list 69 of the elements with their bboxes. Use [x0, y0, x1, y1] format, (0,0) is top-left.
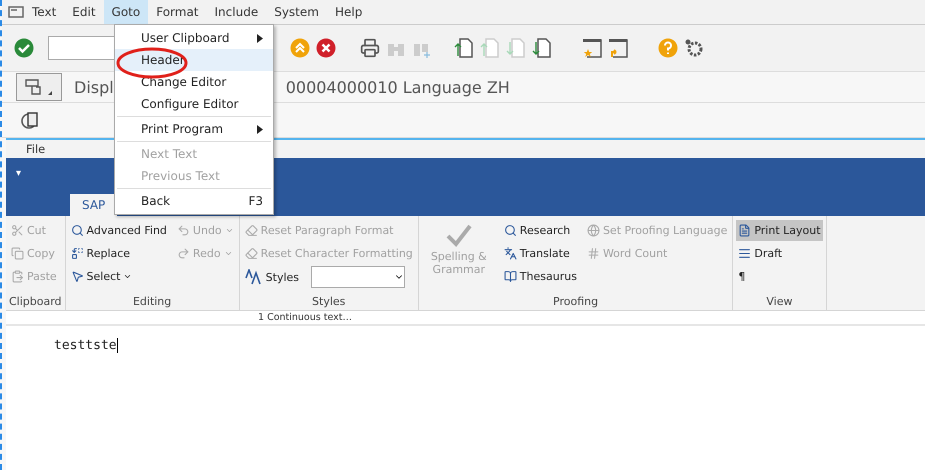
annotation-ellipse — [116, 47, 188, 79]
menu-item[interactable]: Text — [24, 0, 64, 24]
submenu-arrow-icon — [257, 124, 263, 134]
caret-icon — [224, 226, 234, 235]
page-up-icon[interactable] — [454, 37, 474, 59]
ribbon-button[interactable]: Draft — [736, 243, 823, 264]
group-label: Editing — [132, 295, 172, 310]
document-icon — [24, 77, 54, 97]
menu-item[interactable]: Configure Editor — [115, 93, 273, 115]
menu-item[interactable]: Format — [148, 0, 207, 24]
ribbon-button[interactable]: Thesaurus — [502, 266, 579, 287]
page-icon — [738, 224, 752, 237]
menu-item[interactable]: Help — [326, 0, 370, 24]
group-label: Proofing — [552, 295, 600, 310]
menu-item[interactable]: Goto — [104, 0, 148, 24]
globe-icon — [586, 224, 600, 237]
document-text[interactable]: testtste — [54, 338, 118, 353]
group-label: View — [765, 295, 794, 310]
replace-icon — [70, 247, 84, 260]
ribbon-button[interactable]: Advanced Find — [68, 220, 169, 241]
paste-icon — [11, 270, 24, 283]
quick-access-toolbar[interactable]: ▾ — [16, 168, 22, 179]
undo-icon — [176, 224, 190, 237]
eraser-icon — [244, 247, 258, 260]
hash-icon — [586, 247, 600, 260]
page-down-icon[interactable] — [532, 37, 552, 59]
style-selector[interactable]: 1 Continuous text… — [258, 312, 352, 323]
ribbon-button[interactable]: Select — [68, 266, 169, 287]
eraser-icon — [244, 224, 258, 237]
ribbon-button[interactable]: Replace — [68, 243, 169, 264]
file-tab[interactable]: File — [26, 142, 46, 156]
cancel-icon[interactable] — [316, 38, 336, 58]
ribbon-button[interactable]: ¶ — [736, 266, 823, 287]
submenu-arrow-icon — [257, 34, 263, 42]
menu-item[interactable]: Edit — [64, 0, 104, 24]
settings-icon[interactable] — [684, 38, 704, 58]
window-star-icon[interactable] — [582, 38, 602, 58]
caret-icon — [224, 249, 233, 258]
book-icon — [504, 270, 517, 283]
styles-icon — [244, 269, 263, 285]
styles-button[interactable]: Styles — [242, 266, 302, 288]
menu-item[interactable]: Include — [206, 0, 266, 24]
menu-item[interactable]: Print Program — [115, 118, 273, 140]
menu-item[interactable]: Change Editor — [115, 71, 273, 93]
magnifier-icon — [504, 224, 517, 237]
scissors-icon — [11, 224, 24, 237]
menu-item[interactable]: Header — [115, 49, 273, 71]
ribbon-button[interactable]: Research — [502, 220, 579, 241]
page-title: 00004000010 Language ZH — [286, 78, 510, 96]
menu-item[interactable]: User Clipboard — [115, 27, 273, 49]
menu-item[interactable]: System — [266, 0, 327, 24]
page-title: Displ — [74, 78, 114, 96]
caret-icon — [123, 272, 132, 281]
window-arrow-icon[interactable] — [608, 38, 628, 58]
print-icon[interactable] — [360, 38, 380, 58]
magnifier-icon — [70, 224, 84, 237]
translate-icon — [504, 247, 517, 260]
copy-icon — [11, 247, 24, 260]
display-toggle-button[interactable] — [16, 73, 62, 101]
redo-icon — [176, 247, 190, 260]
group-label: Clipboard — [9, 295, 62, 310]
ribbon-button[interactable]: Translate — [502, 243, 579, 264]
confirm-icon[interactable] — [14, 38, 34, 58]
menu-item[interactable]: Back F3 — [115, 190, 273, 212]
ribbon-button[interactable]: Print Layout — [736, 220, 823, 241]
group-label: Styles — [311, 295, 346, 310]
pointer-icon — [70, 270, 84, 283]
lines-icon — [738, 247, 752, 260]
ribbon-tab[interactable]: SAP — [70, 194, 118, 216]
